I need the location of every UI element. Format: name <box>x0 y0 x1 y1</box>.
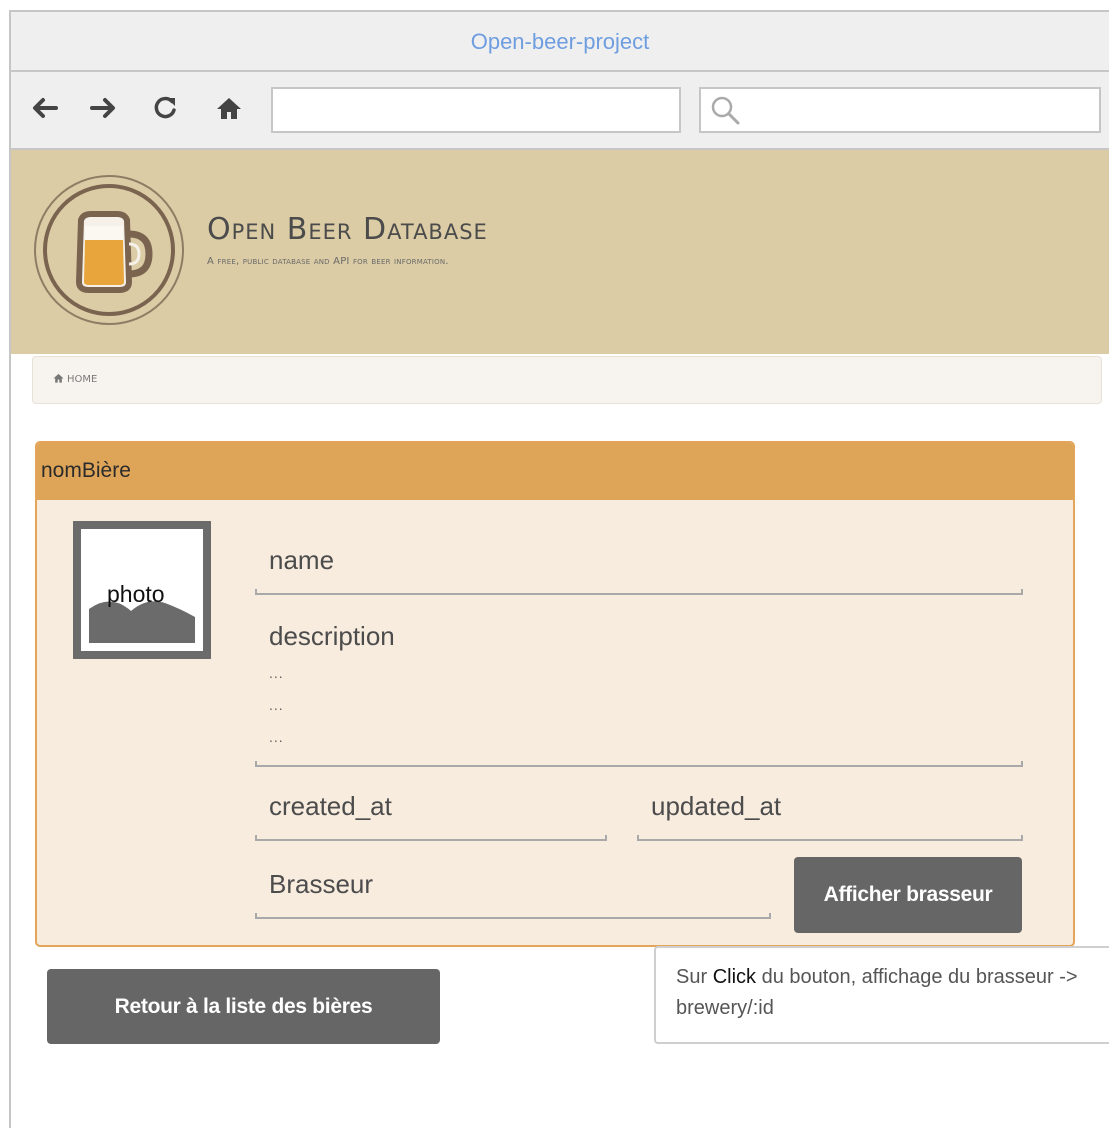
window-title: Open-beer-project <box>11 12 1109 72</box>
brasseur-field[interactable]: Brasseur <box>255 863 771 919</box>
reload-icon[interactable] <box>145 88 185 128</box>
site-title: Open Beer Database <box>207 212 488 247</box>
updated-at-underline <box>637 835 1023 841</box>
description-field[interactable]: description ... ... ... <box>255 611 1023 767</box>
created-at-underline <box>255 835 607 841</box>
name-field[interactable]: name <box>255 539 1023 595</box>
description-line-1: ... <box>269 665 284 681</box>
address-bar[interactable] <box>271 87 681 133</box>
annotation-tooltip: Sur Click du bouton, affichage du brasse… <box>654 946 1109 1044</box>
home-icon[interactable] <box>209 88 249 128</box>
created-at-field[interactable]: created_at <box>255 785 607 841</box>
beer-detail-panel: nomBière photo name description ... ... … <box>35 441 1075 947</box>
description-underline <box>255 761 1023 767</box>
back-to-list-button[interactable]: Retour à la liste des bières <box>47 969 440 1044</box>
brasseur-label: Brasseur <box>269 869 374 899</box>
panel-header: nomBière <box>37 443 1073 500</box>
updated-at-label: updated_at <box>651 791 782 821</box>
back-arrow-icon[interactable] <box>25 88 65 128</box>
tooltip-text-emphasis: Click <box>712 966 757 988</box>
description-line-2: ... <box>269 697 284 713</box>
search-box[interactable] <box>699 87 1101 133</box>
forward-arrow-icon[interactable] <box>83 88 123 128</box>
tooltip-text-start: Sur <box>676 966 713 988</box>
brasseur-underline <box>255 913 771 919</box>
show-brewer-button[interactable]: Afficher brasseur <box>794 857 1022 933</box>
description-line-3: ... <box>269 729 284 745</box>
tooltip-text: Sur Click du bouton, affichage du brasse… <box>676 962 1096 1024</box>
description-label: description <box>269 621 395 651</box>
breadcrumb-home-label: HOME <box>67 374 98 385</box>
beer-mug-logo-icon[interactable] <box>33 174 185 331</box>
created-at-label: created_at <box>269 791 392 821</box>
home-icon <box>53 373 64 386</box>
search-icon <box>709 94 743 133</box>
breadcrumb-home[interactable]: HOME <box>53 373 97 386</box>
name-label: name <box>269 545 335 575</box>
browser-toolbar <box>11 72 1109 150</box>
photo-label: photo <box>107 581 165 607</box>
site-subtitle: A free, public database and API for beer… <box>207 256 449 267</box>
name-underline <box>255 589 1023 595</box>
site-header: Open Beer Database A free, public databa… <box>11 150 1109 354</box>
updated-at-field[interactable]: updated_at <box>637 785 1023 841</box>
breadcrumb: HOME <box>32 356 1102 404</box>
beer-photo: photo <box>73 521 211 659</box>
beer-name-title: nomBière <box>41 459 131 482</box>
